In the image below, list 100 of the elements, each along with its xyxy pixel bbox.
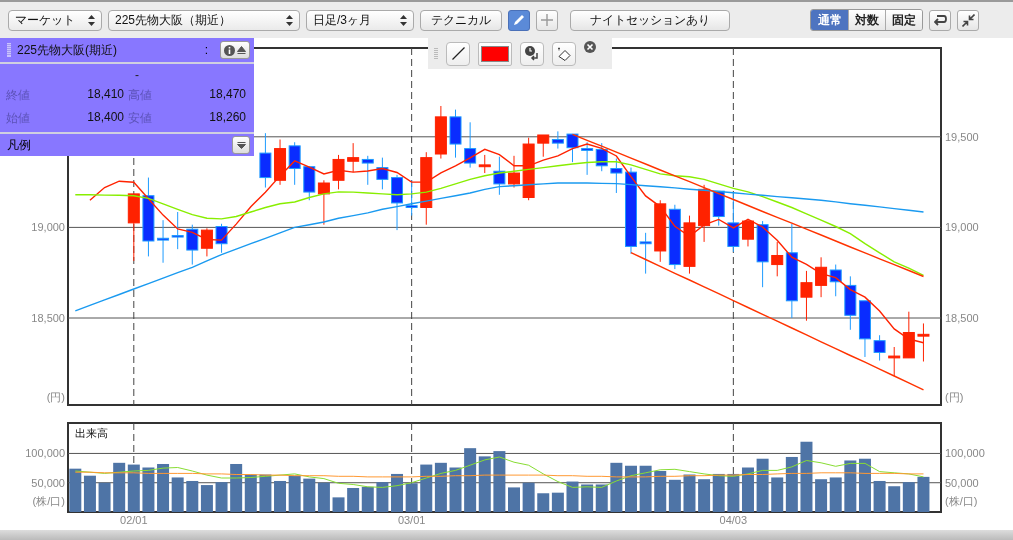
axis-label: 19,500: [945, 130, 979, 143]
candlestick: [171, 211, 184, 250]
candlestick: [449, 109, 462, 159]
candlestick: [610, 158, 623, 194]
volume-bar: [230, 464, 243, 512]
candlestick: [274, 139, 287, 186]
axis-label: 50,000: [31, 476, 65, 489]
volume-bar: [508, 487, 520, 512]
candlestick: [508, 155, 520, 189]
plus-icon: [541, 14, 553, 26]
pencil-button[interactable]: [508, 9, 530, 31]
unit-label: (円): [945, 391, 964, 403]
volume-bar: [303, 478, 316, 512]
updown-caret-icon: [400, 14, 407, 26]
volume-bar: [917, 476, 930, 512]
candlestick: [756, 220, 769, 288]
technical-button[interactable]: テクニカル: [420, 9, 502, 31]
volume-bar: [800, 441, 813, 512]
scale-tab[interactable]: 固定: [885, 10, 922, 30]
undo-button[interactable]: [929, 9, 951, 31]
field-label: 高値: [128, 87, 153, 104]
axis-label: 18,500: [31, 312, 65, 324]
collapse-button[interactable]: [957, 9, 979, 31]
clock-return-button[interactable]: [520, 41, 544, 66]
eraser-button[interactable]: [552, 41, 576, 66]
candlestick: [581, 141, 594, 176]
volume-bar: [844, 460, 857, 512]
candlestick: [595, 142, 608, 172]
axis-label: 19,000: [945, 221, 979, 234]
candlestick: [405, 179, 418, 217]
date-text: -: [134, 67, 140, 84]
info-collapse-icon: [224, 44, 246, 56]
candlestick: [639, 232, 652, 275]
candlestick: [434, 105, 447, 160]
axis-label: 18,500: [945, 312, 979, 324]
candlestick: [727, 191, 740, 253]
volume-bar: [815, 479, 828, 512]
updown-caret-icon: [88, 14, 95, 26]
dropdown-select[interactable]: 日足/3ヶ月: [306, 9, 414, 31]
volume-bar: [113, 462, 126, 512]
candlestick: [376, 157, 389, 190]
candlestick: [800, 270, 813, 322]
volume-bar: [186, 480, 199, 512]
color-picker-button[interactable]: [478, 41, 512, 66]
grip-icon[interactable]: [434, 46, 438, 61]
volume-bar: [537, 493, 550, 512]
candlestick: [157, 219, 170, 264]
volume-bar: [69, 468, 82, 512]
dropdown-icon: [236, 141, 246, 149]
candlestick: [127, 193, 140, 262]
dropdown-select[interactable]: マーケット: [8, 9, 102, 31]
candlestick: [654, 199, 667, 263]
candlestick: [829, 264, 842, 297]
unit-label: (円): [46, 391, 65, 403]
unit-label: (株/口): [32, 495, 65, 507]
clock-return-icon: [524, 46, 540, 61]
dropdown-select[interactable]: 225先物大阪（期近）: [108, 9, 300, 31]
volume-bar: [493, 451, 506, 512]
candlestick: [844, 275, 857, 331]
close-icon[interactable]: [584, 41, 596, 53]
axis-label: 03/01: [397, 514, 426, 526]
field-value: 18,470: [208, 87, 247, 103]
candlestick: [391, 174, 403, 231]
night-session-button[interactable]: ナイトセッションあり: [570, 9, 730, 31]
candlestick: [259, 132, 272, 189]
candlestick: [566, 133, 579, 163]
candlestick: [288, 141, 301, 186]
chart-title: 出来高: [75, 427, 108, 439]
separator-text: :: [204, 43, 208, 57]
field-label: 始値: [6, 110, 31, 127]
candlestick: [347, 142, 360, 173]
diagonal-line-icon: [451, 47, 465, 60]
grip-icon[interactable]: [7, 43, 11, 57]
panel-title: 225先物大阪(期近): [17, 41, 118, 59]
return-arrow-icon: [933, 14, 947, 26]
candlestick: [668, 204, 681, 270]
axis-label: 100,000: [945, 447, 985, 460]
line-tool-button[interactable]: [446, 41, 470, 66]
candlestick: [186, 224, 199, 266]
volume-bar: [347, 488, 360, 512]
volume-bar: [888, 486, 901, 512]
volume-bar: [274, 480, 287, 512]
info-toggle-button[interactable]: [220, 41, 250, 59]
candlestick: [917, 322, 930, 362]
volume-bar: [464, 448, 477, 512]
legend-dropdown-button[interactable]: [232, 136, 250, 154]
axis-label: 19,000: [31, 221, 65, 234]
candlestick: [493, 156, 506, 196]
legend-label: 凡例: [7, 136, 31, 154]
field-label: 終値: [6, 87, 31, 104]
volume-bar: [683, 474, 696, 512]
volume-bar: [654, 471, 667, 512]
candlestick: [317, 179, 330, 226]
candlestick: [858, 300, 871, 358]
scale-tab[interactable]: 通常: [811, 10, 848, 30]
scale-tab[interactable]: 対数: [848, 10, 885, 30]
field-value: 18,260: [208, 110, 247, 126]
candlestick: [200, 227, 213, 257]
candlestick: [332, 154, 345, 190]
candlestick: [815, 256, 828, 298]
